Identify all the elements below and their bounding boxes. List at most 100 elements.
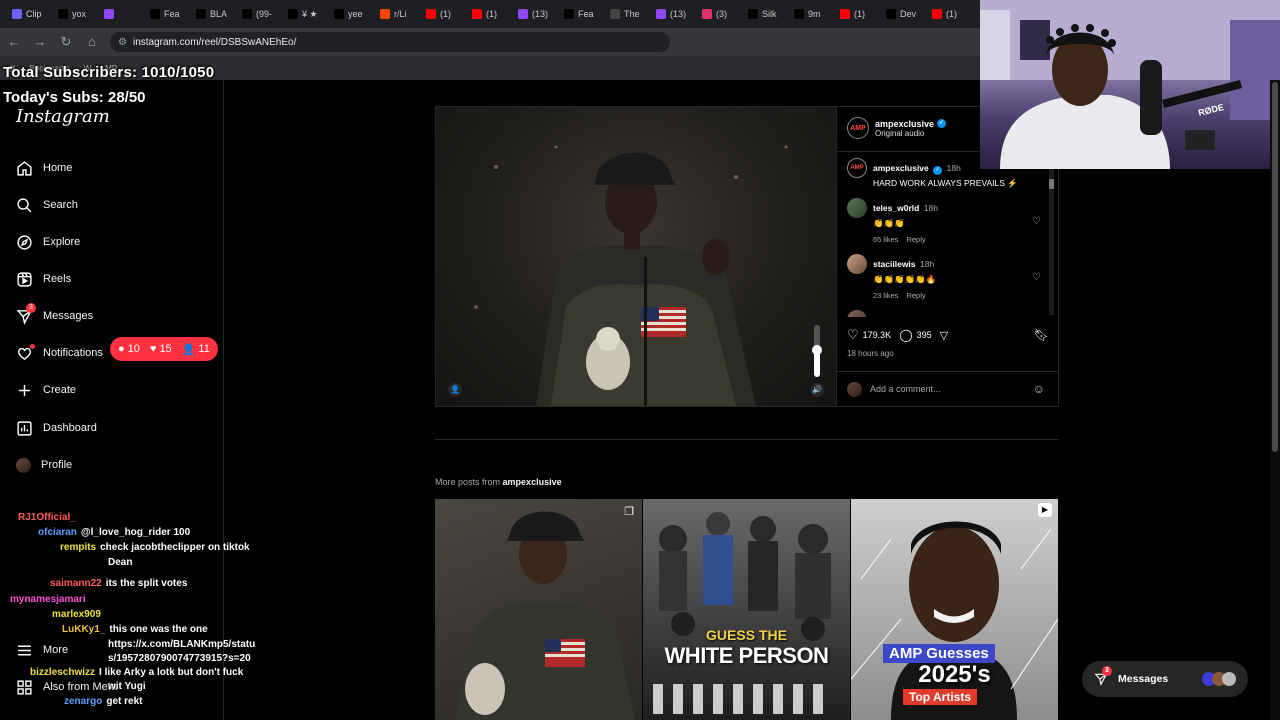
home-browser-icon[interactable]: ⌂ — [84, 34, 100, 50]
volume-slider[interactable] — [812, 325, 822, 377]
messages-label: Messages — [1118, 673, 1169, 685]
chat-username[interactable]: saimann22 — [50, 578, 102, 589]
browser-tab[interactable]: (99- — [236, 3, 282, 25]
post-thumbnail[interactable]: GUESS THE WHITE PERSON — [643, 499, 850, 720]
browser-tab[interactable]: Fea — [144, 3, 190, 25]
browser-tab[interactable]: Silk — [742, 3, 788, 25]
browser-tab[interactable]: (1) — [926, 3, 972, 25]
comment-user[interactable]: staciilewis — [873, 259, 916, 269]
nav-label: Explore — [43, 236, 81, 248]
chat-username[interactable]: ofciaran — [38, 527, 77, 538]
nav-label: Notifications — [43, 347, 103, 359]
browser-tab[interactable]: r/Li — [374, 3, 420, 25]
reload-icon[interactable]: ↻ — [58, 34, 74, 50]
like-count[interactable]: 179.3K — [863, 330, 892, 340]
browser-tab[interactable]: ¥ ★ — [282, 3, 328, 25]
messages-floating-button[interactable]: 3 Messages — [1082, 661, 1248, 697]
commenter-avatar[interactable] — [847, 198, 867, 218]
url-bar[interactable]: ⚙ instagram.com/reel/DSBSwANEhEo/ — [110, 32, 670, 52]
nav-explore[interactable]: Explore — [16, 232, 80, 252]
reel-video[interactable]: 👤 🔊 — [436, 107, 836, 406]
nav-messages[interactable]: 3 Messages — [16, 302, 93, 326]
reel-icon: ▶ — [1038, 503, 1052, 517]
comment-user[interactable]: teles_w0rld — [873, 203, 919, 213]
nav-label: Profile — [41, 459, 73, 471]
browser-tab[interactable]: (3) — [696, 3, 742, 25]
browser-tab[interactable]: The — [604, 3, 650, 25]
user-tag-icon[interactable]: 👤 — [448, 383, 462, 397]
volume-slider-knob[interactable] — [812, 345, 822, 355]
comments-scrollbar[interactable] — [1049, 169, 1054, 315]
comments-list[interactable]: AMP ampexclusive ✓ 18h HARD WORK ALWAYS … — [837, 151, 1059, 317]
comment-like-icon[interactable]: ♡ — [1032, 272, 1041, 283]
comment-count[interactable]: 395 — [917, 330, 932, 340]
notification-popup[interactable]: ● 10 ♥ 15 👤 11 — [110, 337, 218, 361]
browser-tab[interactable]: Clip — [6, 3, 52, 25]
comment-likes[interactable]: 65 likes — [873, 235, 898, 244]
like-count: 15 — [159, 343, 172, 355]
chat-username[interactable]: mynamesjamari — [10, 594, 86, 605]
browser-tab[interactable]: BLA — [190, 3, 236, 25]
nav-reels[interactable]: Reels — [16, 269, 71, 289]
browser-tab[interactable]: (1) — [834, 3, 880, 25]
comment-input[interactable]: Add a comment... — [870, 384, 1025, 394]
back-icon[interactable]: ← — [6, 34, 22, 50]
forward-icon[interactable]: → — [32, 34, 48, 50]
comment-icon[interactable]: ◯ — [899, 328, 912, 342]
browser-tab[interactable]: (1) — [420, 3, 466, 25]
nav-profile[interactable]: Profile — [16, 455, 72, 475]
author-avatar[interactable]: AMP — [847, 117, 869, 139]
browser-tab[interactable]: Dev — [880, 3, 926, 25]
site-info-icon[interactable]: ⚙ — [118, 37, 127, 48]
page-scrollbar[interactable] — [1270, 80, 1280, 720]
nav-notifications[interactable]: Notifications — [16, 343, 103, 363]
comment-likes[interactable]: 23 likes — [873, 291, 898, 300]
caption-avatar[interactable]: AMP — [847, 158, 867, 178]
post-thumbnail[interactable]: ❐ — [435, 499, 642, 720]
browser-tab[interactable]: 9m — [788, 3, 834, 25]
browser-tab[interactable]: yox — [52, 3, 98, 25]
save-icon[interactable]: 🔖︎ — [1034, 328, 1049, 342]
share-icon[interactable]: ▽ — [940, 329, 948, 342]
nav-home[interactable]: Home — [16, 158, 72, 178]
browser-tab[interactable]: yee — [328, 3, 374, 25]
chat-message: mynamesjamari — [10, 594, 86, 605]
caption-user[interactable]: ampexclusive — [873, 163, 929, 173]
audio-label[interactable]: Original audio — [875, 129, 946, 138]
post-thumbnail[interactable]: ▶ AMP Guesses 2025's Top Artists — [851, 499, 1058, 720]
tab-favicon-icon — [58, 9, 68, 19]
reply-button[interactable]: Reply — [906, 235, 925, 244]
avatar — [16, 457, 31, 473]
instagram-logo[interactable]: Instagram — [16, 106, 110, 127]
chat-username[interactable]: rempits — [60, 542, 96, 553]
comment-item: staciilewis 18h 👏👏👏👏👏🔥 23 likes Reply — [847, 254, 937, 300]
nav-search[interactable]: Search — [16, 195, 78, 215]
scrollbar-thumb[interactable] — [1049, 179, 1054, 189]
browser-tab[interactable]: Fea — [558, 3, 604, 25]
nav-create[interactable]: Create — [16, 380, 76, 400]
commenter-avatar[interactable] — [847, 310, 867, 317]
chat-username[interactable]: zenargo — [64, 696, 102, 707]
browser-tab[interactable]: (1) — [466, 3, 512, 25]
chat-username[interactable]: bizzleschwizz — [30, 667, 95, 678]
reply-button[interactable]: Reply — [906, 291, 925, 300]
page-scrollbar-thumb[interactable] — [1272, 82, 1278, 452]
browser-tab[interactable]: (13) — [650, 3, 696, 25]
speaker-icon[interactable]: 🔊 — [810, 383, 824, 397]
chat-username[interactable]: marlex909 — [52, 609, 101, 620]
home-icon — [17, 160, 32, 176]
like-icon[interactable]: ♡ — [847, 327, 859, 343]
comment-like-icon[interactable]: ♡ — [1032, 216, 1041, 227]
todays-subs-overlay: Today's Subs: 28/50 — [3, 89, 146, 106]
chat-username[interactable]: RJ1Official_ — [18, 512, 76, 523]
more-posts-author[interactable]: ampexclusive — [503, 477, 562, 487]
nav-dashboard[interactable]: Dashboard — [16, 418, 97, 438]
chat-username[interactable]: LuKKy1_ — [62, 624, 105, 635]
author-name[interactable]: ampexclusive — [875, 119, 934, 129]
commenter-avatar[interactable] — [847, 254, 867, 274]
comment-user[interactable]: itshawaaaa — [873, 315, 918, 317]
post-actions: ♡ 179.3K ◯ 395 ▽ 🔖︎ — [847, 326, 1049, 344]
browser-tab[interactable] — [98, 3, 144, 25]
emoji-icon[interactable]: ☺ — [1033, 382, 1045, 396]
browser-tab[interactable]: (13) — [512, 3, 558, 25]
